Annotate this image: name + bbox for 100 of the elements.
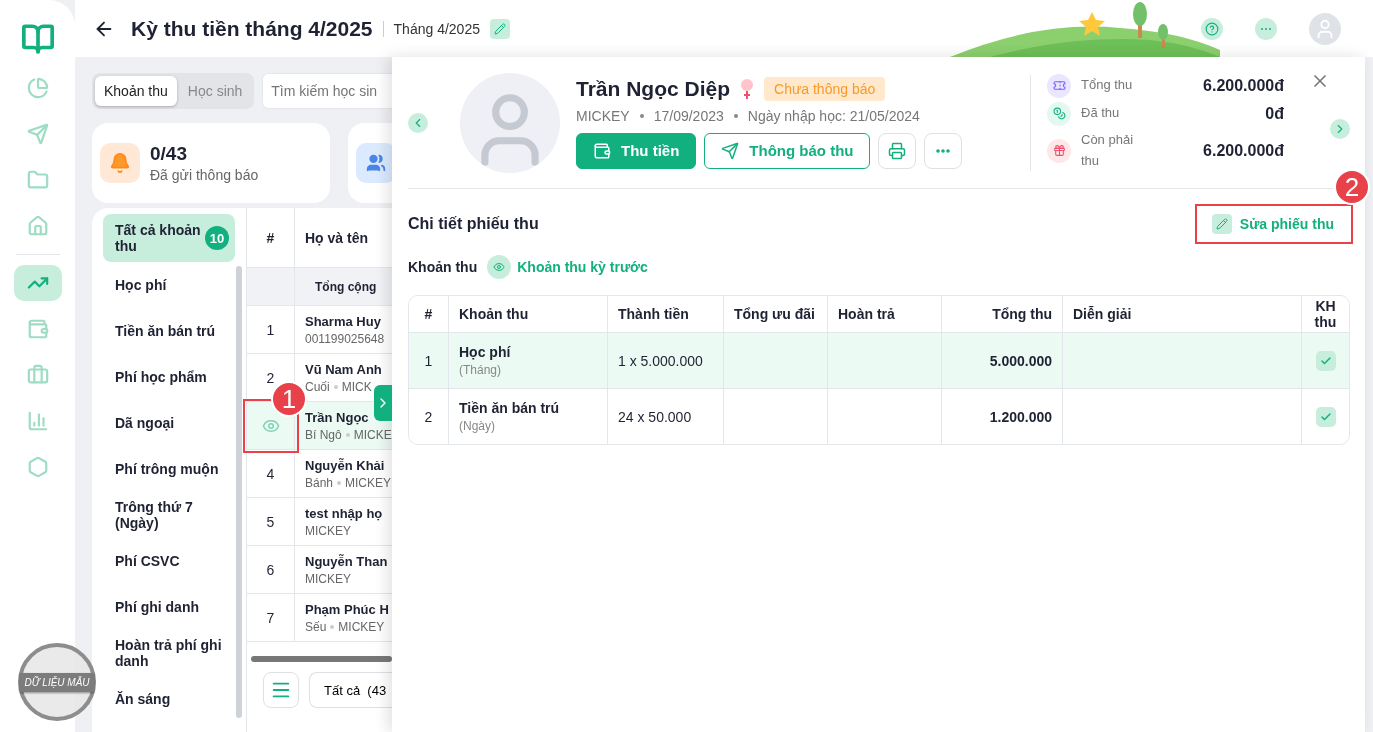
total-cell: 5.000.000 <box>989 352 1052 369</box>
column-header: Tổng ưu đãi <box>734 306 815 322</box>
student-tag: MICKEY <box>338 619 385 634</box>
summary-value: 6.200.000đ <box>1202 141 1284 160</box>
category-item[interactable]: Dã ngoại <box>103 400 235 446</box>
search-field[interactable]: Tìm kiếm học sin <box>262 73 392 109</box>
step-marker: 2 <box>1334 169 1370 205</box>
summary-value: 6.200.000đ <box>1202 76 1284 95</box>
row-number: 5 <box>266 513 275 530</box>
category-label: Dã ngoại <box>115 415 175 431</box>
student-row[interactable]: 5 test nhập họ MICKEY <box>247 498 392 546</box>
more-button[interactable] <box>1255 17 1277 40</box>
sample-data-label: DỮ LIỆU MẪU <box>20 672 94 692</box>
student-row[interactable]: 6 Nguyễn Than MICKEY <box>247 546 392 594</box>
student-name: Trần Ngọc <box>305 409 370 425</box>
fee-name: Học phí <box>459 344 511 360</box>
column-header: KH thu <box>1313 298 1338 330</box>
help-button[interactable] <box>1201 17 1223 40</box>
print-button[interactable] <box>878 132 917 169</box>
category-item[interactable]: Phí CSVC <box>103 538 235 584</box>
count-badge: 10 <box>205 226 229 250</box>
student-tag: MICK <box>341 379 372 394</box>
category-item[interactable]: Hoàn trả phí ghi danh <box>103 630 235 676</box>
row-number: 6 <box>266 561 275 578</box>
printer-icon <box>888 141 907 160</box>
row-number: 4 <box>266 465 275 482</box>
category-label: Phí học phẩm <box>115 369 207 385</box>
logo-icon[interactable] <box>20 22 55 56</box>
column-header: Hoàn trả <box>838 306 895 322</box>
summary-value: 0đ <box>1264 104 1284 123</box>
previous-button[interactable] <box>408 112 428 133</box>
chart-nav-icon[interactable] <box>13 265 62 301</box>
student-name: Phạm Phúc H <box>305 601 390 617</box>
category-item[interactable]: Ăn sáng <box>103 676 235 722</box>
summary-label: Còn phải thu <box>1081 130 1135 170</box>
student-tag: 001199025648 <box>305 331 385 346</box>
student-tag: Sếu <box>305 619 327 634</box>
student-row[interactable]: 7 Phạm Phúc H Sếu MICKEY <box>247 594 392 642</box>
column-header: Họ và tên <box>305 229 369 246</box>
send-icon <box>721 141 740 160</box>
expand-button[interactable] <box>374 385 392 421</box>
page-title: Kỳ thu tiền tháng 4/2025 <box>131 16 373 41</box>
menu-button[interactable] <box>263 672 299 708</box>
row-number: 7 <box>266 609 275 626</box>
student-tag: MICKEY <box>305 523 351 538</box>
category-label: Tất cả khoản thu <box>115 222 202 254</box>
fee-unit: (Ngày) <box>459 419 495 433</box>
category-item[interactable]: Học phí <box>103 262 235 308</box>
student-row[interactable]: 4 Nguyễn Khải Bánh MICKEY <box>247 450 392 498</box>
category-label: Phí ghi danh <box>115 599 199 615</box>
more-button[interactable] <box>924 132 963 169</box>
bell-icon <box>100 143 140 183</box>
summary-label: Tổng thu <box>1081 76 1134 95</box>
help-icon <box>1205 21 1219 36</box>
summary-label: Đã thu <box>1081 104 1121 123</box>
class-label: MICKEY <box>576 107 630 124</box>
user-avatar[interactable] <box>1309 12 1341 45</box>
category-item[interactable]: Trông thứ 7 (Ngày) <box>103 492 235 538</box>
scrollbar[interactable] <box>236 266 242 718</box>
column-header: Diễn giải <box>1073 306 1132 322</box>
category-item[interactable]: Phí trông muộn <box>103 446 235 492</box>
next-button[interactable] <box>1330 119 1350 139</box>
scrollbar[interactable] <box>251 656 392 662</box>
student-row[interactable]: 1 Sharma Huy 001199025648 <box>247 306 392 354</box>
wallet-icon <box>593 141 611 160</box>
student-tag: MICKEY <box>305 571 351 586</box>
student-tag: MICKE <box>353 427 392 442</box>
column-header: Tổng thu <box>992 306 1052 322</box>
student-name: test nhập họ <box>305 505 384 521</box>
view-tab[interactable]: Khoản thu <box>95 76 177 106</box>
student-name: Nguyễn Khải <box>305 457 386 473</box>
category-label: Tiền ăn bán trú <box>115 323 216 339</box>
period-label: Tháng 4/2025 <box>382 20 480 37</box>
stat-label: Đã gửi thông báo <box>150 167 259 183</box>
filter-select[interactable]: Tất cả (43 <box>309 672 393 708</box>
student-tag: MICKEY <box>345 475 392 490</box>
column-header: Thành tiền <box>618 306 689 322</box>
column-header: # <box>424 306 433 322</box>
stat-value: 0/43 <box>150 143 188 165</box>
edit-icon[interactable] <box>489 18 510 39</box>
column-header: # <box>266 229 275 246</box>
category-item[interactable]: Phí học phẩm <box>103 354 235 400</box>
female-icon <box>740 77 755 100</box>
amount-cell: 1 x 5.000.000 <box>618 352 703 369</box>
category-label: Phí CSVC <box>115 553 180 569</box>
pencil-icon <box>493 22 506 35</box>
category-item[interactable]: Phí ghi danh <box>103 584 235 630</box>
category-label: Phí trông muộn <box>115 461 219 477</box>
column-header: Khoản thu <box>459 306 529 322</box>
category-item[interactable]: Tiền ăn bán trú <box>103 308 235 354</box>
filter-label: Khoản thu <box>408 259 478 275</box>
row-number: 1 <box>424 352 433 369</box>
fee-row[interactable]: 1 Học phí (Tháng) 1 x 5.000.000 5.000.000 <box>409 332 1349 388</box>
fee-row[interactable]: 2 Tiền ăn bán trú (Ngày) 24 x 50.000 1.200.000 <box>409 388 1349 444</box>
coins-icon <box>1047 101 1071 126</box>
eye-icon <box>487 255 512 279</box>
student-tag: Cuối <box>305 379 330 394</box>
student-name: Nguyễn Than <box>305 553 389 569</box>
amount-cell: 24 x 50.000 <box>618 408 692 425</box>
fee-unit: (Tháng) <box>459 363 502 377</box>
